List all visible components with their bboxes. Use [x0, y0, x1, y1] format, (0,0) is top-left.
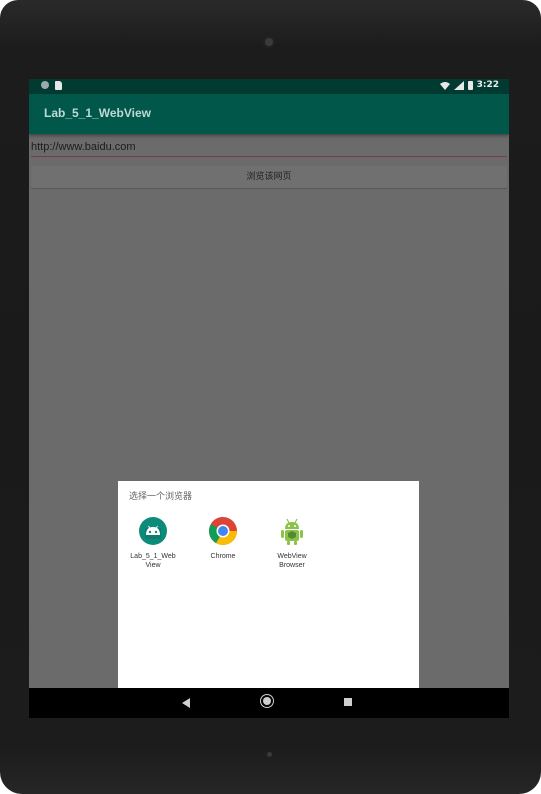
app-bar: Lab_5_1_WebView — [29, 94, 509, 134]
chooser-app-lab-webview[interactable]: Lab_5_1_Web View — [125, 516, 181, 570]
url-input-underline — [31, 156, 507, 157]
recents-icon[interactable] — [344, 698, 352, 706]
status-time: 3:22 — [476, 80, 499, 90]
battery-icon — [467, 80, 473, 90]
chrome-icon — [209, 517, 237, 545]
app-title: Lab_5_1_WebView — [44, 106, 151, 120]
chooser-app-chrome[interactable]: Chrome — [195, 516, 251, 561]
wifi-icon — [439, 81, 450, 90]
screen: 3:22 Lab_5_1_WebView http://www.baidu.co… — [29, 79, 509, 718]
chooser-title: 选择一个浏览器 — [129, 492, 193, 502]
front-camera — [265, 38, 273, 46]
sd-card-icon — [55, 81, 62, 90]
chooser-app-label: WebView Browser — [277, 553, 307, 569]
notification-dot-icon — [41, 81, 49, 89]
chooser-app-webview-browser[interactable]: WebView Browser — [264, 516, 320, 570]
url-input[interactable]: http://www.baidu.com — [31, 140, 507, 158]
status-bar: 3:22 — [29, 79, 509, 94]
chooser-app-label: Lab_5_1_Web View — [130, 553, 176, 569]
android-webview-icon — [281, 518, 303, 545]
url-input-text: http://www.baidu.com — [31, 141, 136, 153]
bottom-sensor — [267, 752, 272, 757]
browse-button[interactable]: 浏览该网页 — [31, 166, 507, 188]
android-robot-icon — [139, 517, 167, 545]
home-icon[interactable] — [263, 697, 271, 705]
navigation-bar — [29, 688, 509, 718]
chooser-app-label: Chrome — [210, 553, 236, 560]
browser-chooser-sheet: 选择一个浏览器 Lab_5_1_Web View Chrome WebView … — [118, 481, 419, 718]
tablet-frame: 3:22 Lab_5_1_WebView http://www.baidu.co… — [0, 0, 541, 794]
signal-icon — [453, 80, 464, 90]
back-icon[interactable] — [182, 698, 190, 708]
